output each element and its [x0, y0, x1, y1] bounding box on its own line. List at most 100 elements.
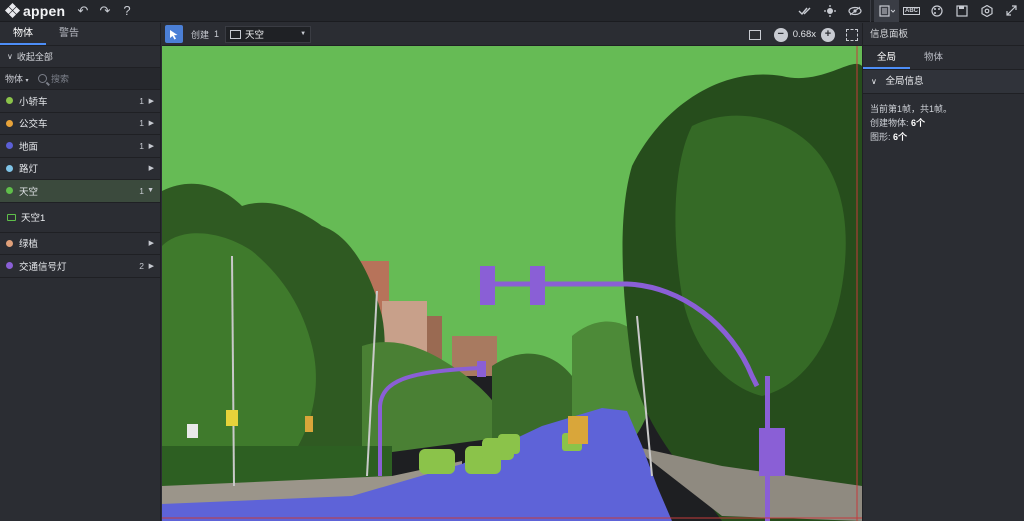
- caret-down-icon: ▼: [300, 31, 307, 37]
- annotation-canvas[interactable]: [162, 46, 862, 521]
- info-panel: 信息面板 全局 物体 ∨ 全局信息 当前第1帧，共1帧。 创建物体: 6个 图形…: [862, 23, 1024, 521]
- info-tabs: 全局 物体: [863, 46, 1024, 70]
- create-shortcut-number: 1: [214, 29, 220, 39]
- road-sign: [187, 424, 198, 438]
- brand-name: appen: [23, 2, 66, 19]
- class-row-vegetation[interactable]: 绿植 ▶: [0, 233, 160, 255]
- class-color-dot: [6, 262, 13, 270]
- class-color-dot: [6, 97, 13, 105]
- chevron-right-icon[interactable]: ▶: [144, 119, 154, 127]
- cursor-icon: [170, 29, 178, 39]
- road-sign: [226, 410, 238, 426]
- class-row-bus[interactable]: 公交车 1 ▶: [0, 113, 160, 135]
- collapse-all-button[interactable]: ∨ 收起全部: [0, 46, 160, 68]
- class-name: 天空: [19, 186, 39, 198]
- appen-logo-icon: [4, 2, 21, 19]
- class-count: 1: [139, 95, 144, 106]
- car-mask: [419, 449, 455, 474]
- class-name: 地面: [19, 141, 39, 153]
- global-info-content: 当前第1帧，共1帧。 创建物体: 6个 图形: 6个: [863, 94, 1024, 152]
- section-title: 全局信息: [885, 76, 924, 87]
- chevron-down-icon[interactable]: ▼: [144, 187, 154, 194]
- zoom-controls: − 0.68x +: [748, 23, 858, 46]
- class-list: 小轿车 1 ▶ 公交车 1 ▶ 地面 1 ▶ 路灯 ▶ 天空 1 ▼ 天空1 绿…: [0, 90, 160, 278]
- shapes-count: 图形: 6个: [870, 130, 1017, 144]
- save-icon[interactable]: [949, 0, 974, 22]
- class-name: 绿植: [19, 239, 39, 251]
- chevron-right-icon[interactable]: ▶: [144, 262, 154, 270]
- target-icon[interactable]: [817, 0, 842, 22]
- traffic-light-mask: [480, 266, 495, 305]
- info-panel-title: 信息面板: [863, 23, 1024, 46]
- class-color-dot: [6, 164, 13, 172]
- zoom-level: 0.68x: [792, 29, 816, 40]
- create-label: 创建: [191, 29, 210, 40]
- tab-global[interactable]: 全局: [863, 46, 911, 69]
- class-color-dot: [6, 239, 13, 247]
- shapes-count-label: 图形:: [870, 132, 891, 142]
- filter-row: 物体 ▾ 搜索: [0, 68, 160, 90]
- filter-select[interactable]: 物体 ▾: [0, 72, 38, 85]
- collapse-all-label: 收起全部: [16, 51, 53, 62]
- search-placeholder: 搜索: [51, 74, 70, 84]
- help-icon[interactable]: ?: [116, 0, 138, 22]
- chevron-right-icon[interactable]: ▶: [144, 142, 154, 150]
- palette-icon[interactable]: [924, 0, 949, 22]
- search-icon: [38, 74, 47, 83]
- class-dropdown-value: 天空: [245, 30, 265, 41]
- zoom-out-button[interactable]: −: [773, 27, 788, 42]
- zoom-in-button[interactable]: +: [821, 27, 835, 42]
- global-info-section[interactable]: ∨ 全局信息: [863, 70, 1024, 94]
- check-all-icon[interactable]: [792, 0, 817, 22]
- class-name: 公交车: [19, 119, 48, 131]
- polygon-icon: [7, 213, 16, 221]
- layout-icon[interactable]: [874, 0, 899, 22]
- tab-object[interactable]: 物体: [910, 46, 957, 69]
- eye-icon[interactable]: [842, 0, 867, 22]
- chevron-right-icon[interactable]: ▶: [144, 97, 154, 105]
- filter-select-label: 物体: [5, 74, 24, 84]
- appen-logo: appen: [0, 3, 72, 19]
- left-panel: 物体 警告 ∨ 收起全部 物体 ▾ 搜索 小轿车 1 ▶ 公交车 1 ▶ 地面 …: [0, 23, 161, 521]
- class-count: 2: [139, 260, 144, 271]
- traffic-light-pole: [765, 376, 770, 521]
- class-count: 1: [139, 140, 144, 151]
- class-dropdown[interactable]: 天空 ▼: [225, 25, 312, 43]
- tab-objects[interactable]: 物体: [0, 22, 46, 45]
- abc-label: ABC: [903, 6, 920, 15]
- frame-info: 当前第1帧，共1帧。: [870, 104, 953, 114]
- class-row-car[interactable]: 小轿车 1 ▶: [0, 90, 160, 113]
- class-count: 1: [139, 118, 144, 129]
- object-name: 天空1: [21, 213, 46, 224]
- bus-mask: [568, 416, 588, 444]
- traffic-light-mask: [759, 428, 785, 476]
- class-count: 1: [139, 185, 144, 196]
- canvas-toolbar: 创建 1 天空 ▼ − 0.68x +: [162, 23, 862, 46]
- road-sign: [305, 416, 313, 432]
- objects-created-value: 6个: [911, 118, 926, 128]
- chevron-right-icon[interactable]: ▶: [144, 239, 154, 247]
- class-name: 路灯: [19, 164, 39, 176]
- search-input[interactable]: 搜索: [38, 72, 69, 85]
- chevron-down-icon: ∨: [871, 77, 877, 86]
- chevron-down-icon: ∨: [7, 51, 13, 61]
- class-row-sky[interactable]: 天空 1 ▼: [0, 180, 160, 203]
- image-icon[interactable]: [748, 29, 761, 40]
- class-row-streetlight[interactable]: 路灯 ▶: [0, 158, 160, 180]
- class-name: 交通信号灯: [19, 261, 67, 273]
- settings-icon[interactable]: [974, 0, 999, 22]
- select-tool-button[interactable]: [165, 25, 183, 43]
- traffic-light-mask: [477, 361, 486, 377]
- undo-icon[interactable]: ↶: [72, 0, 94, 22]
- traffic-light-mask: [530, 266, 545, 305]
- redo-icon[interactable]: ↷: [94, 0, 116, 22]
- tab-warnings[interactable]: 警告: [46, 22, 92, 45]
- class-row-ground[interactable]: 地面 1 ▶: [0, 135, 160, 158]
- fit-screen-icon[interactable]: [846, 28, 858, 41]
- expand-icon[interactable]: [999, 0, 1024, 22]
- street-scene-image: [162, 46, 862, 521]
- class-row-traffic-light[interactable]: 交通信号灯 2 ▶: [0, 255, 160, 278]
- object-row-sky-1[interactable]: 天空1: [0, 202, 160, 233]
- abc-icon[interactable]: ABC: [899, 0, 924, 22]
- chevron-right-icon[interactable]: ▶: [144, 164, 154, 172]
